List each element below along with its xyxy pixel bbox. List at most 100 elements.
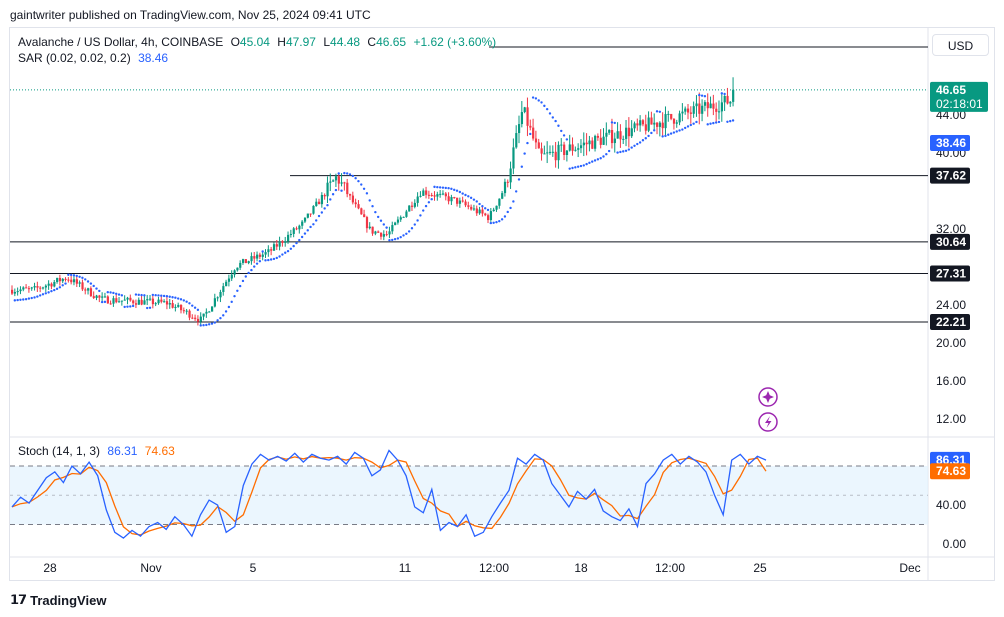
candle-body: [247, 261, 250, 264]
sar-dot: [75, 274, 78, 278]
sar-dot: [534, 97, 538, 100]
sar-dot: [447, 187, 450, 190]
sar-legend[interactable]: SAR (0.02, 0.02, 0.2) 38.46: [18, 51, 172, 65]
candle-body: [509, 168, 512, 183]
sar-dot: [385, 226, 388, 229]
candle-body: [289, 233, 293, 235]
candle-body: [101, 296, 104, 298]
sar-axis-label: 38.46: [930, 135, 970, 151]
candle-body: [481, 209, 484, 214]
sar-dot: [438, 186, 442, 189]
candle-body: [371, 226, 374, 234]
candle-body: [478, 209, 481, 214]
high-value: 47.97: [285, 35, 316, 49]
stoch-pane: [10, 449, 928, 539]
candle-body: [222, 286, 225, 292]
candle-body: [529, 125, 532, 128]
chart-canvas[interactable]: 8.0012.0016.0020.0024.0032.0040.0044.004…: [0, 0, 1004, 617]
sar-dot: [351, 174, 355, 178]
lightning-icon[interactable]: [758, 412, 778, 432]
candle-body: [168, 303, 171, 305]
candle-body: [56, 277, 59, 283]
sar-dot: [455, 189, 459, 192]
sar-dot: [731, 119, 735, 122]
sar-dot: [492, 221, 495, 224]
candle-body: [346, 182, 349, 195]
sparkle-icon[interactable]: [758, 387, 778, 407]
sar-dot: [267, 258, 270, 262]
symbol-legend[interactable]: Avalanche / US Dollar, 4h, COINBASE O45.…: [18, 35, 500, 49]
sar-dot: [424, 204, 428, 208]
stoch-y-tick: 0.00: [943, 537, 967, 551]
sar-dot: [306, 229, 309, 232]
sar-dot: [50, 289, 53, 293]
stoch-legend[interactable]: Stoch (14, 1, 3) 86.31 74.63: [18, 444, 179, 458]
sar-dot: [250, 268, 253, 272]
sar-dot: [207, 323, 211, 326]
candle-body: [72, 279, 76, 283]
sar-dot: [193, 306, 197, 309]
high-label: H: [277, 35, 286, 49]
sar-dot: [605, 153, 608, 156]
candle-body: [594, 135, 597, 149]
candle-body: [36, 286, 39, 288]
candle-body: [388, 231, 391, 235]
candle-body: [439, 193, 442, 195]
candle-body: [450, 197, 453, 202]
sar-dot: [165, 295, 169, 298]
candle-body: [292, 228, 295, 234]
sar-dot: [520, 165, 524, 168]
sar-dot: [382, 223, 385, 226]
candle-body: [340, 182, 343, 184]
candle-body: [650, 117, 653, 125]
candle-body: [720, 102, 723, 112]
sar-dot: [683, 126, 687, 130]
sar-dot: [391, 238, 394, 242]
sar-dot: [681, 128, 684, 131]
x-tick-label: 11: [399, 561, 412, 575]
candle-body: [112, 298, 115, 304]
sar-dot: [16, 298, 19, 302]
sar-dot: [244, 275, 247, 278]
sar-dot: [348, 173, 352, 176]
candle-body: [301, 221, 304, 226]
tradingview-footer[interactable]: 𝟭𝟳 TradingView: [10, 592, 106, 608]
candle-body: [157, 299, 160, 304]
candle-body: [487, 215, 490, 221]
stoch-k-value: 86.31: [107, 444, 138, 458]
candle-body: [160, 299, 163, 302]
sar-dot: [269, 258, 273, 261]
ohlc-high: H47.97: [277, 35, 316, 49]
currency-button[interactable]: USD: [932, 34, 989, 56]
candle-body: [202, 313, 205, 317]
candle-body: [287, 234, 290, 242]
candle-body: [396, 219, 400, 223]
sar-dot: [402, 234, 405, 237]
sar-dot: [98, 289, 101, 293]
sar-dot: [585, 162, 588, 166]
candle-body: [241, 259, 245, 263]
sar-dot: [430, 197, 433, 201]
sar-dot: [664, 134, 667, 138]
sar-dot: [489, 221, 493, 225]
candle-body: [633, 123, 636, 129]
candle-body: [50, 283, 53, 287]
candle-body: [475, 208, 478, 214]
candle-body: [320, 194, 324, 205]
sar-dot: [475, 200, 478, 203]
sar-dot: [44, 292, 47, 295]
sar-dot: [89, 282, 93, 285]
sar-dot: [182, 299, 186, 302]
sar-dot: [117, 293, 121, 296]
candle-body: [512, 147, 515, 169]
candle-body: [467, 205, 470, 207]
candle-body: [447, 196, 450, 202]
candle-body: [360, 208, 363, 215]
candle-body: [332, 180, 335, 182]
candle-body: [619, 131, 622, 140]
sar-dot: [38, 294, 42, 297]
sar-dot: [393, 237, 397, 241]
candle-body: [489, 211, 493, 221]
candle-body: [351, 195, 355, 203]
x-tick-label: 28: [43, 561, 57, 575]
